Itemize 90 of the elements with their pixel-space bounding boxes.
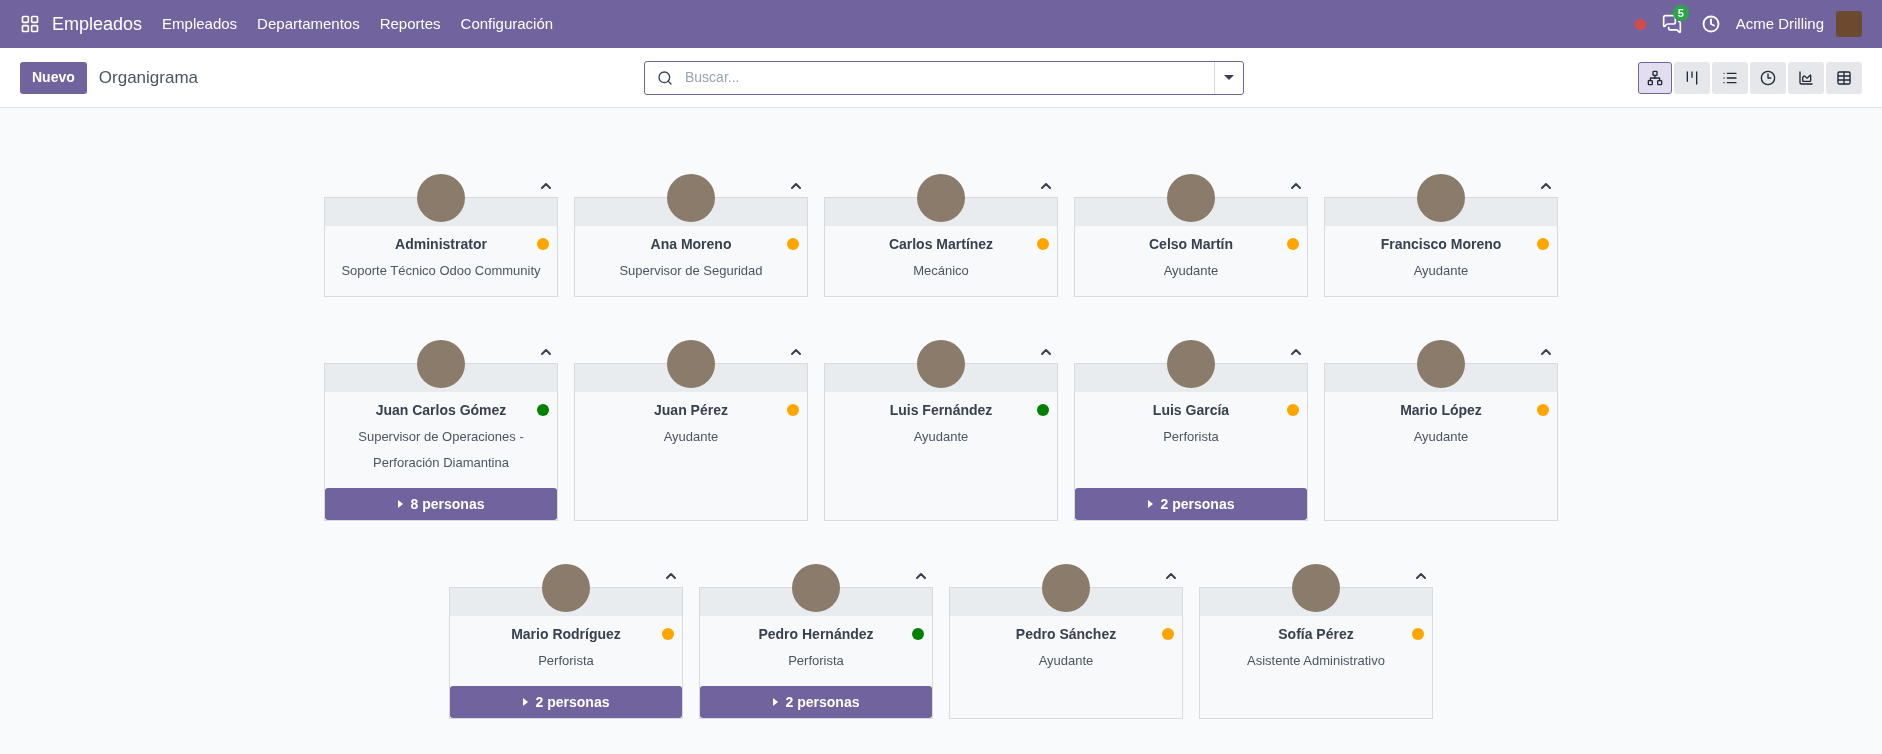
job-title: Mecánico [913,262,969,280]
employee-name: Mario López [1400,401,1482,420]
team-button[interactable]: 2 personas [1075,488,1307,520]
job-title: Ayudante [663,428,719,446]
employee-card[interactable]: Ana Moreno Supervisor de Seguridad [574,197,808,297]
employee-card[interactable]: Sofía Pérez Asistente Administrativo [1199,587,1433,719]
menu-item[interactable]: Empleados [162,12,238,36]
job-title: Ayudante [1413,428,1469,446]
avatar-photo [1417,174,1465,222]
search-input[interactable]: Buscar... [685,67,1214,88]
table-icon [1836,69,1852,86]
caret-icon [397,500,403,508]
menu-item[interactable]: Departamentos [257,12,360,36]
avatar-photo [1042,564,1090,612]
app-grid-icon[interactable] [20,14,40,34]
avatar-photo [1167,174,1215,222]
employee-name: Luis García [1152,401,1230,420]
employee-card[interactable]: Carlos Martínez Mecánico [824,197,1058,297]
employee-name: Pedro Hernández [758,625,874,644]
employee-name: Sofía Pérez [1278,625,1354,644]
view-switch-button[interactable] [1638,61,1672,94]
team-button[interactable]: 2 personas [700,686,932,718]
search-icon [657,69,673,86]
employee-card[interactable]: Mario Rodríguez Perforista 2 personas [449,587,683,719]
view-switch-button[interactable] [1674,61,1710,94]
avatar-photo [1417,340,1465,388]
job-title: Perforista [788,652,844,670]
team-button[interactable]: 8 personas [325,488,557,520]
avatar-photo [792,564,840,612]
avatar-photo [1167,340,1215,388]
view-switch-button[interactable] [1750,61,1786,94]
avatar-photo [417,340,465,388]
avatar-photo [1292,564,1340,612]
employee-name: Administrator [395,235,487,254]
clock-icon [1760,69,1776,86]
menu-item[interactable]: Configuración [460,12,554,36]
company-name[interactable]: Acme Drilling [1735,12,1824,36]
view-switch-button[interactable] [1712,61,1748,94]
employee-name: Francisco Moreno [1380,235,1502,254]
avatar-photo [542,564,590,612]
new-button[interactable]: Nuevo [20,61,87,94]
dropdown-caret-icon[interactable] [1224,75,1234,80]
avatar-photo [917,174,965,222]
employee-card[interactable]: Luis García Perforista 2 personas [1074,363,1308,521]
message-count: 5 [1672,5,1689,21]
employee-card[interactable]: Pedro Sánchez Ayudante [949,587,1183,719]
employee-name: Juan Pérez [654,401,728,420]
caret-icon [1147,500,1153,508]
job-title: Asistente Administrativo [1247,652,1385,670]
job-title: Supervisor de Operaciones - Perforación Diamantina [357,428,525,472]
employee-card[interactable]: Celso Martín Ayudante [1074,197,1308,297]
employee-card[interactable]: Francisco Moreno Ayudante [1324,197,1558,297]
menu-item[interactable]: Reportes [379,12,441,36]
employee-name: Carlos Martínez [888,235,994,254]
team-button[interactable]: 2 personas [450,686,682,718]
avatar-photo [667,174,715,222]
employee-card[interactable]: Juan Carlos Gómez Supervisor de Operaciones - Perforación Diamantina 8 personas [324,363,558,521]
job-title: Soporte Técnico Odoo Community [341,262,541,280]
job-title: Ayudante [1163,262,1219,280]
employee-card[interactable]: Juan Pérez Ayudante [574,363,808,521]
caret-icon [522,698,528,706]
avatar-photo [917,340,965,388]
view-switch-button[interactable] [1826,61,1862,94]
employee-name: Mario Rodríguez [511,625,621,644]
employee-card[interactable]: Administrator Soporte Técnico Odoo Community [324,197,558,297]
job-title: Ayudante [1038,652,1094,670]
employee-name: Pedro Sánchez [1015,625,1117,644]
job-title: Perforista [538,652,594,670]
search-field[interactable]: Buscar... [644,60,1244,95]
employee-name: Juan Carlos Gómez [375,401,507,420]
job-title: Supervisor de Seguridad [619,262,763,280]
employee-name: Ana Moreno [650,235,732,254]
avatar-photo [667,340,715,388]
view-switch-button[interactable] [1788,61,1824,94]
clock-icon[interactable] [1701,15,1720,33]
area-chart-icon [1798,69,1814,86]
breadcrumb-title: Organigrama [98,66,198,89]
status-indicator-icon [1634,18,1646,30]
app-title[interactable]: Empleados [52,10,143,38]
employee-card[interactable]: Pedro Hernández Perforista 2 personas [699,587,933,719]
avatar-photo [417,174,465,222]
job-title: Ayudante [1413,262,1469,280]
caret-icon [772,698,778,706]
job-title: Perforista [1163,428,1219,446]
employee-name: Luis Fernández [889,401,993,420]
job-title: Ayudante [913,428,969,446]
employee-card[interactable]: Mario López Ayudante [1324,363,1558,521]
hierarchy-icon [1647,69,1663,86]
employee-card[interactable]: Luis Fernández Ayudante [824,363,1058,521]
employee-name: Celso Martín [1149,235,1233,254]
